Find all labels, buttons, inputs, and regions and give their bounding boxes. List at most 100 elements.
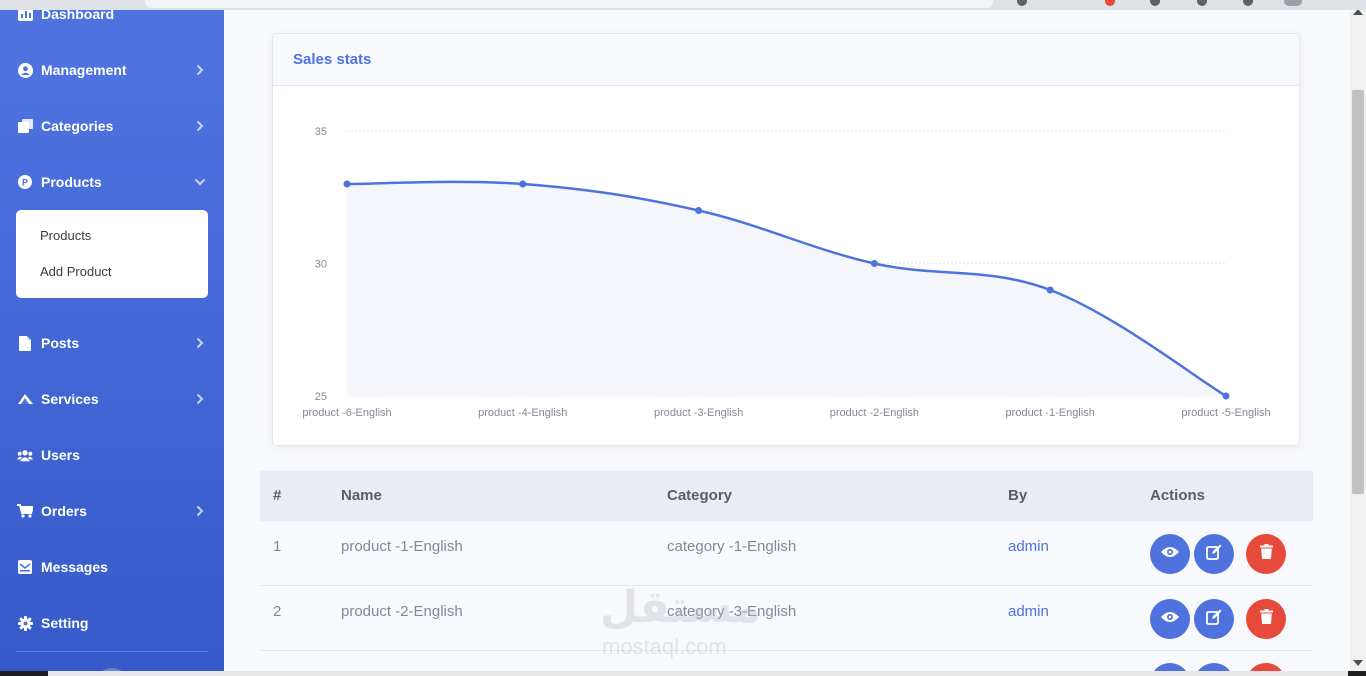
row-number: 1 — [273, 538, 282, 555]
column-header-name: Name — [341, 487, 382, 504]
table-row: 1 product -1-English category -1-English… — [260, 521, 1313, 586]
taskbar-strip — [0, 671, 1366, 676]
sidebar-item-posts[interactable]: Posts — [0, 323, 224, 363]
browser-extension-icon[interactable] — [1017, 0, 1027, 6]
chevron-right-icon — [194, 64, 206, 76]
row-category: category -3-English — [667, 603, 797, 620]
delete-button[interactable] — [1246, 599, 1286, 639]
data-point — [343, 180, 351, 188]
sidebar-item-label: Posts — [41, 335, 80, 351]
view-button[interactable] — [1150, 599, 1190, 639]
data-point — [1046, 286, 1054, 294]
sidebar-item-label: Setting — [41, 615, 89, 631]
column-header-number: # — [273, 487, 282, 504]
delete-button[interactable] — [1246, 534, 1286, 574]
x-tick-label: product -5-English — [1181, 407, 1270, 419]
products-table: # Name Category By Actions 1 product -1-… — [260, 471, 1313, 676]
chevron-right-icon — [194, 393, 206, 405]
browser-address-bar[interactable] — [145, 0, 993, 8]
table-row: 2 product -2-English category -3-English… — [260, 586, 1313, 651]
data-point — [695, 207, 703, 214]
x-tick-label: product -1-English — [1006, 407, 1095, 419]
chevron-right-icon — [194, 337, 206, 349]
edit-button[interactable] — [1194, 599, 1234, 639]
page-scrollbar[interactable] — [1350, 0, 1366, 676]
cart-icon — [17, 503, 33, 519]
edit-button[interactable] — [1194, 534, 1234, 574]
y-tick-label: 25 — [315, 391, 327, 403]
scroll-down-arrow-icon[interactable] — [1353, 660, 1363, 666]
sidebar-item-label: Users — [41, 447, 80, 463]
row-category: category -1-English — [667, 538, 797, 555]
table-header: # Name Category By Actions — [260, 471, 1313, 521]
edit-icon — [1206, 544, 1222, 565]
main-content: Sales stats 25 30 35 product -6-English prod… — [224, 0, 1350, 676]
submenu-item-add-product[interactable]: Add Product — [40, 264, 112, 279]
browser-extension-icon[interactable] — [1197, 0, 1207, 6]
chevron-down-icon — [194, 176, 206, 188]
trash-icon — [1259, 544, 1273, 564]
browser-profile-avatar[interactable] — [1284, 0, 1302, 6]
sidebar-item-label: Products — [41, 174, 102, 190]
eye-icon — [1161, 545, 1179, 563]
row-name: product -2-English — [341, 603, 463, 620]
browser-top-strip — [0, 0, 1366, 10]
file-icon — [17, 335, 33, 351]
sidebar-divider — [16, 651, 208, 652]
eye-icon — [1161, 610, 1179, 628]
sidebar-item-label: Services — [41, 391, 99, 407]
column-header-category: Category — [667, 487, 733, 504]
browser-extension-icon[interactable] — [1150, 0, 1160, 6]
sidebar-item-products[interactable]: P Products — [0, 162, 224, 202]
browser-extension-icon[interactable] — [1243, 0, 1253, 6]
copy-icon — [17, 118, 33, 134]
sidebar: Dashboard Management Categories P Produc… — [0, 0, 224, 676]
row-author-link[interactable]: admin — [1008, 538, 1049, 555]
sales-stats-card: Sales stats 25 30 35 product -6-English prod… — [272, 33, 1300, 446]
column-header-actions: Actions — [1150, 487, 1206, 504]
product-p-icon: P — [17, 174, 33, 190]
svg-text:P: P — [22, 178, 28, 188]
submenu-item-products[interactable]: Products — [40, 228, 91, 243]
chevron-right-icon — [194, 505, 206, 517]
data-point — [1222, 392, 1230, 400]
sidebar-item-orders[interactable]: Orders — [0, 491, 224, 531]
envelope-icon — [17, 559, 33, 575]
sidebar-item-label: Management — [41, 62, 127, 78]
user-circle-icon — [17, 62, 33, 78]
view-button[interactable] — [1150, 534, 1190, 574]
sidebar-item-messages[interactable]: Messages — [0, 547, 224, 587]
sales-chart: 25 30 35 product -6-English product -4-Engli… — [302, 126, 1270, 419]
x-tick-label: product -4-English — [478, 407, 567, 419]
area-fill — [347, 181, 1226, 396]
row-number: 2 — [273, 603, 282, 620]
row-name: product -1-English — [341, 538, 463, 555]
y-tick-label: 30 — [315, 259, 327, 271]
column-header-by: By — [1008, 487, 1028, 504]
sidebar-item-management[interactable]: Management — [0, 50, 224, 90]
data-point — [519, 180, 527, 188]
browser-extension-icon[interactable] — [1105, 0, 1115, 6]
y-tick-label: 35 — [315, 126, 327, 138]
x-tick-label: product -2-English — [830, 407, 919, 419]
gear-icon — [17, 615, 33, 631]
products-submenu: Products Add Product — [16, 210, 208, 298]
sidebar-item-services[interactable]: Services — [0, 379, 224, 419]
taskbar-segment — [48, 671, 1348, 676]
users-icon — [17, 447, 33, 463]
sidebar-item-label: Orders — [41, 503, 87, 519]
chevron-right-icon — [194, 120, 206, 132]
sidebar-item-users[interactable]: Users — [0, 435, 224, 475]
sidebar-item-label: Messages — [41, 559, 108, 575]
services-icon — [17, 391, 33, 407]
data-point — [870, 260, 878, 267]
scrollbar-thumb[interactable] — [1352, 90, 1364, 494]
sidebar-item-label: Categories — [41, 118, 114, 134]
row-author-link[interactable]: admin — [1008, 603, 1049, 620]
sidebar-item-setting[interactable]: Setting — [0, 603, 224, 643]
x-tick-label: product -6-English — [302, 407, 391, 419]
x-tick-label: product -3-English — [654, 407, 743, 419]
trash-icon — [1259, 609, 1273, 629]
sidebar-item-categories[interactable]: Categories — [0, 106, 224, 146]
edit-icon — [1206, 609, 1222, 630]
